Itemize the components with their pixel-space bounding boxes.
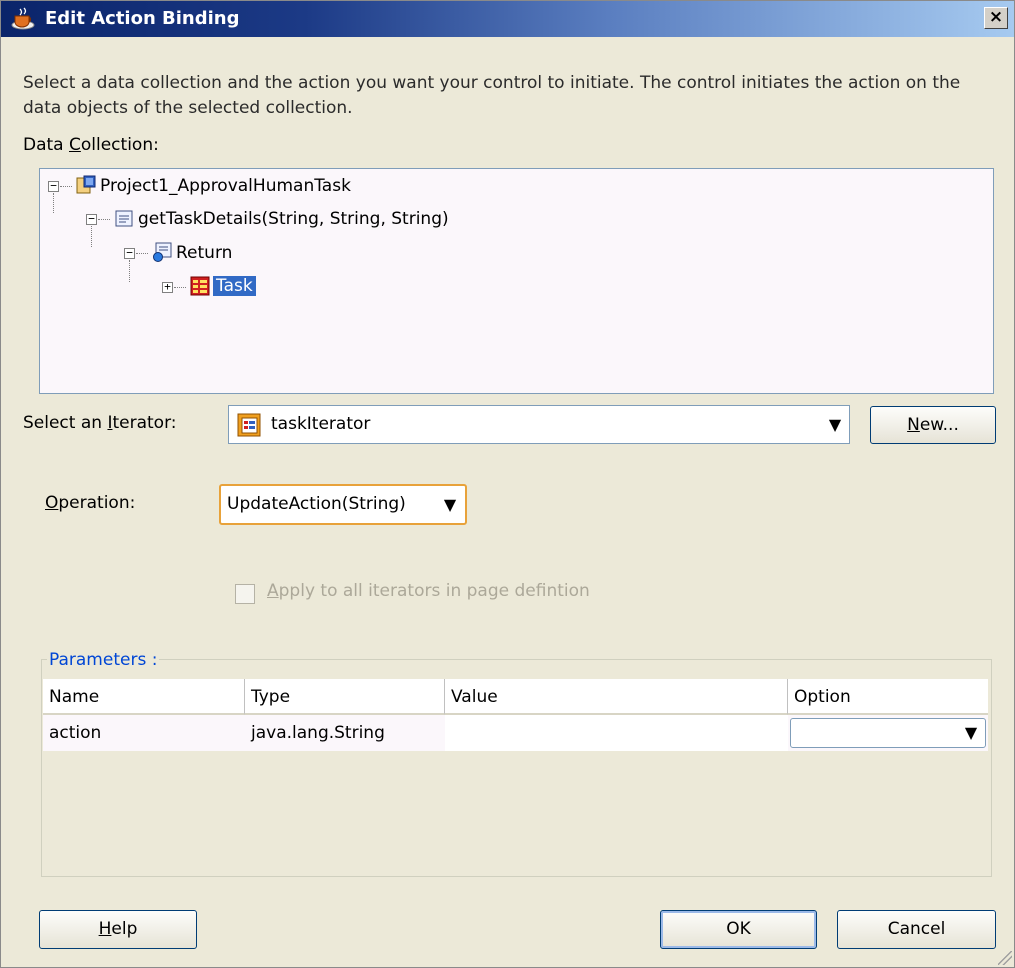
param-option-cell[interactable]: ▼ bbox=[788, 715, 988, 751]
collapse-icon[interactable]: − bbox=[86, 213, 97, 225]
window-title: Edit Action Binding bbox=[45, 8, 240, 29]
return-icon bbox=[153, 242, 172, 262]
cancel-button[interactable]: Cancel bbox=[837, 910, 996, 949]
expand-icon[interactable]: + bbox=[162, 281, 173, 293]
chevron-down-icon[interactable]: ▼ bbox=[957, 719, 985, 747]
instructions-text: Select a data collection and the action … bbox=[23, 73, 961, 118]
tree-node-method[interactable]: getTaskDetails(String, String, String) bbox=[138, 206, 449, 232]
tree-node-task[interactable]: Task bbox=[213, 273, 256, 299]
parameters-table[interactable]: Name Type Value Option action java.lang.… bbox=[43, 679, 988, 873]
param-type-cell[interactable]: java.lang.String bbox=[245, 715, 445, 751]
param-value-cell[interactable] bbox=[445, 715, 788, 751]
apply-all-checkbox[interactable] bbox=[235, 584, 255, 604]
chevron-down-icon[interactable]: ▼ bbox=[435, 486, 465, 523]
chevron-down-icon[interactable]: ▼ bbox=[821, 406, 849, 443]
resize-grip-icon[interactable] bbox=[998, 951, 1012, 965]
ok-button[interactable]: OK bbox=[660, 910, 817, 949]
collection-icon bbox=[190, 276, 210, 296]
iterator-select[interactable]: taskIterator ▼ bbox=[228, 405, 850, 444]
tree-node-return[interactable]: Return bbox=[176, 240, 232, 266]
column-header-option[interactable]: Option bbox=[788, 679, 988, 715]
close-icon: × bbox=[988, 7, 1004, 27]
method-icon bbox=[115, 210, 133, 227]
collapse-icon[interactable]: − bbox=[48, 180, 59, 192]
column-header-value[interactable]: Value bbox=[445, 679, 788, 715]
iterator-value: taskIterator bbox=[271, 414, 371, 434]
tree-node-project[interactable]: Project1_ApprovalHumanTask bbox=[100, 173, 351, 199]
param-name-cell[interactable]: action bbox=[43, 715, 245, 751]
data-collection-tree[interactable]: − Project1_ApprovalHumanTask − getTaskDe… bbox=[39, 168, 994, 394]
parameters-group-title: Parameters : bbox=[47, 650, 160, 670]
param-option-select[interactable]: ▼ bbox=[790, 718, 986, 748]
iterator-label: Select an Iterator: bbox=[23, 413, 177, 433]
apply-all-label[interactable]: Apply to all iterators in page defintion bbox=[267, 581, 590, 601]
column-header-type[interactable]: Type bbox=[245, 679, 445, 715]
close-button[interactable]: × bbox=[984, 7, 1008, 29]
collapse-icon[interactable]: − bbox=[124, 247, 135, 259]
project-icon bbox=[76, 175, 96, 194]
edit-action-binding-dialog: Edit Action Binding × Select a data coll… bbox=[0, 0, 1015, 968]
column-header-name[interactable]: Name bbox=[43, 679, 245, 715]
iterator-icon bbox=[237, 413, 261, 437]
help-button[interactable]: Help bbox=[39, 910, 197, 949]
operation-select[interactable]: UpdateAction(String) ▼ bbox=[219, 484, 467, 525]
operation-label: Operation: bbox=[45, 493, 136, 513]
java-cup-icon bbox=[11, 7, 35, 30]
data-collection-label: Data Collection: bbox=[23, 135, 159, 155]
operation-value: UpdateAction(String) bbox=[227, 494, 406, 514]
new-iterator-button[interactable]: New... bbox=[870, 406, 996, 444]
title-bar[interactable]: Edit Action Binding × bbox=[1, 1, 1014, 37]
